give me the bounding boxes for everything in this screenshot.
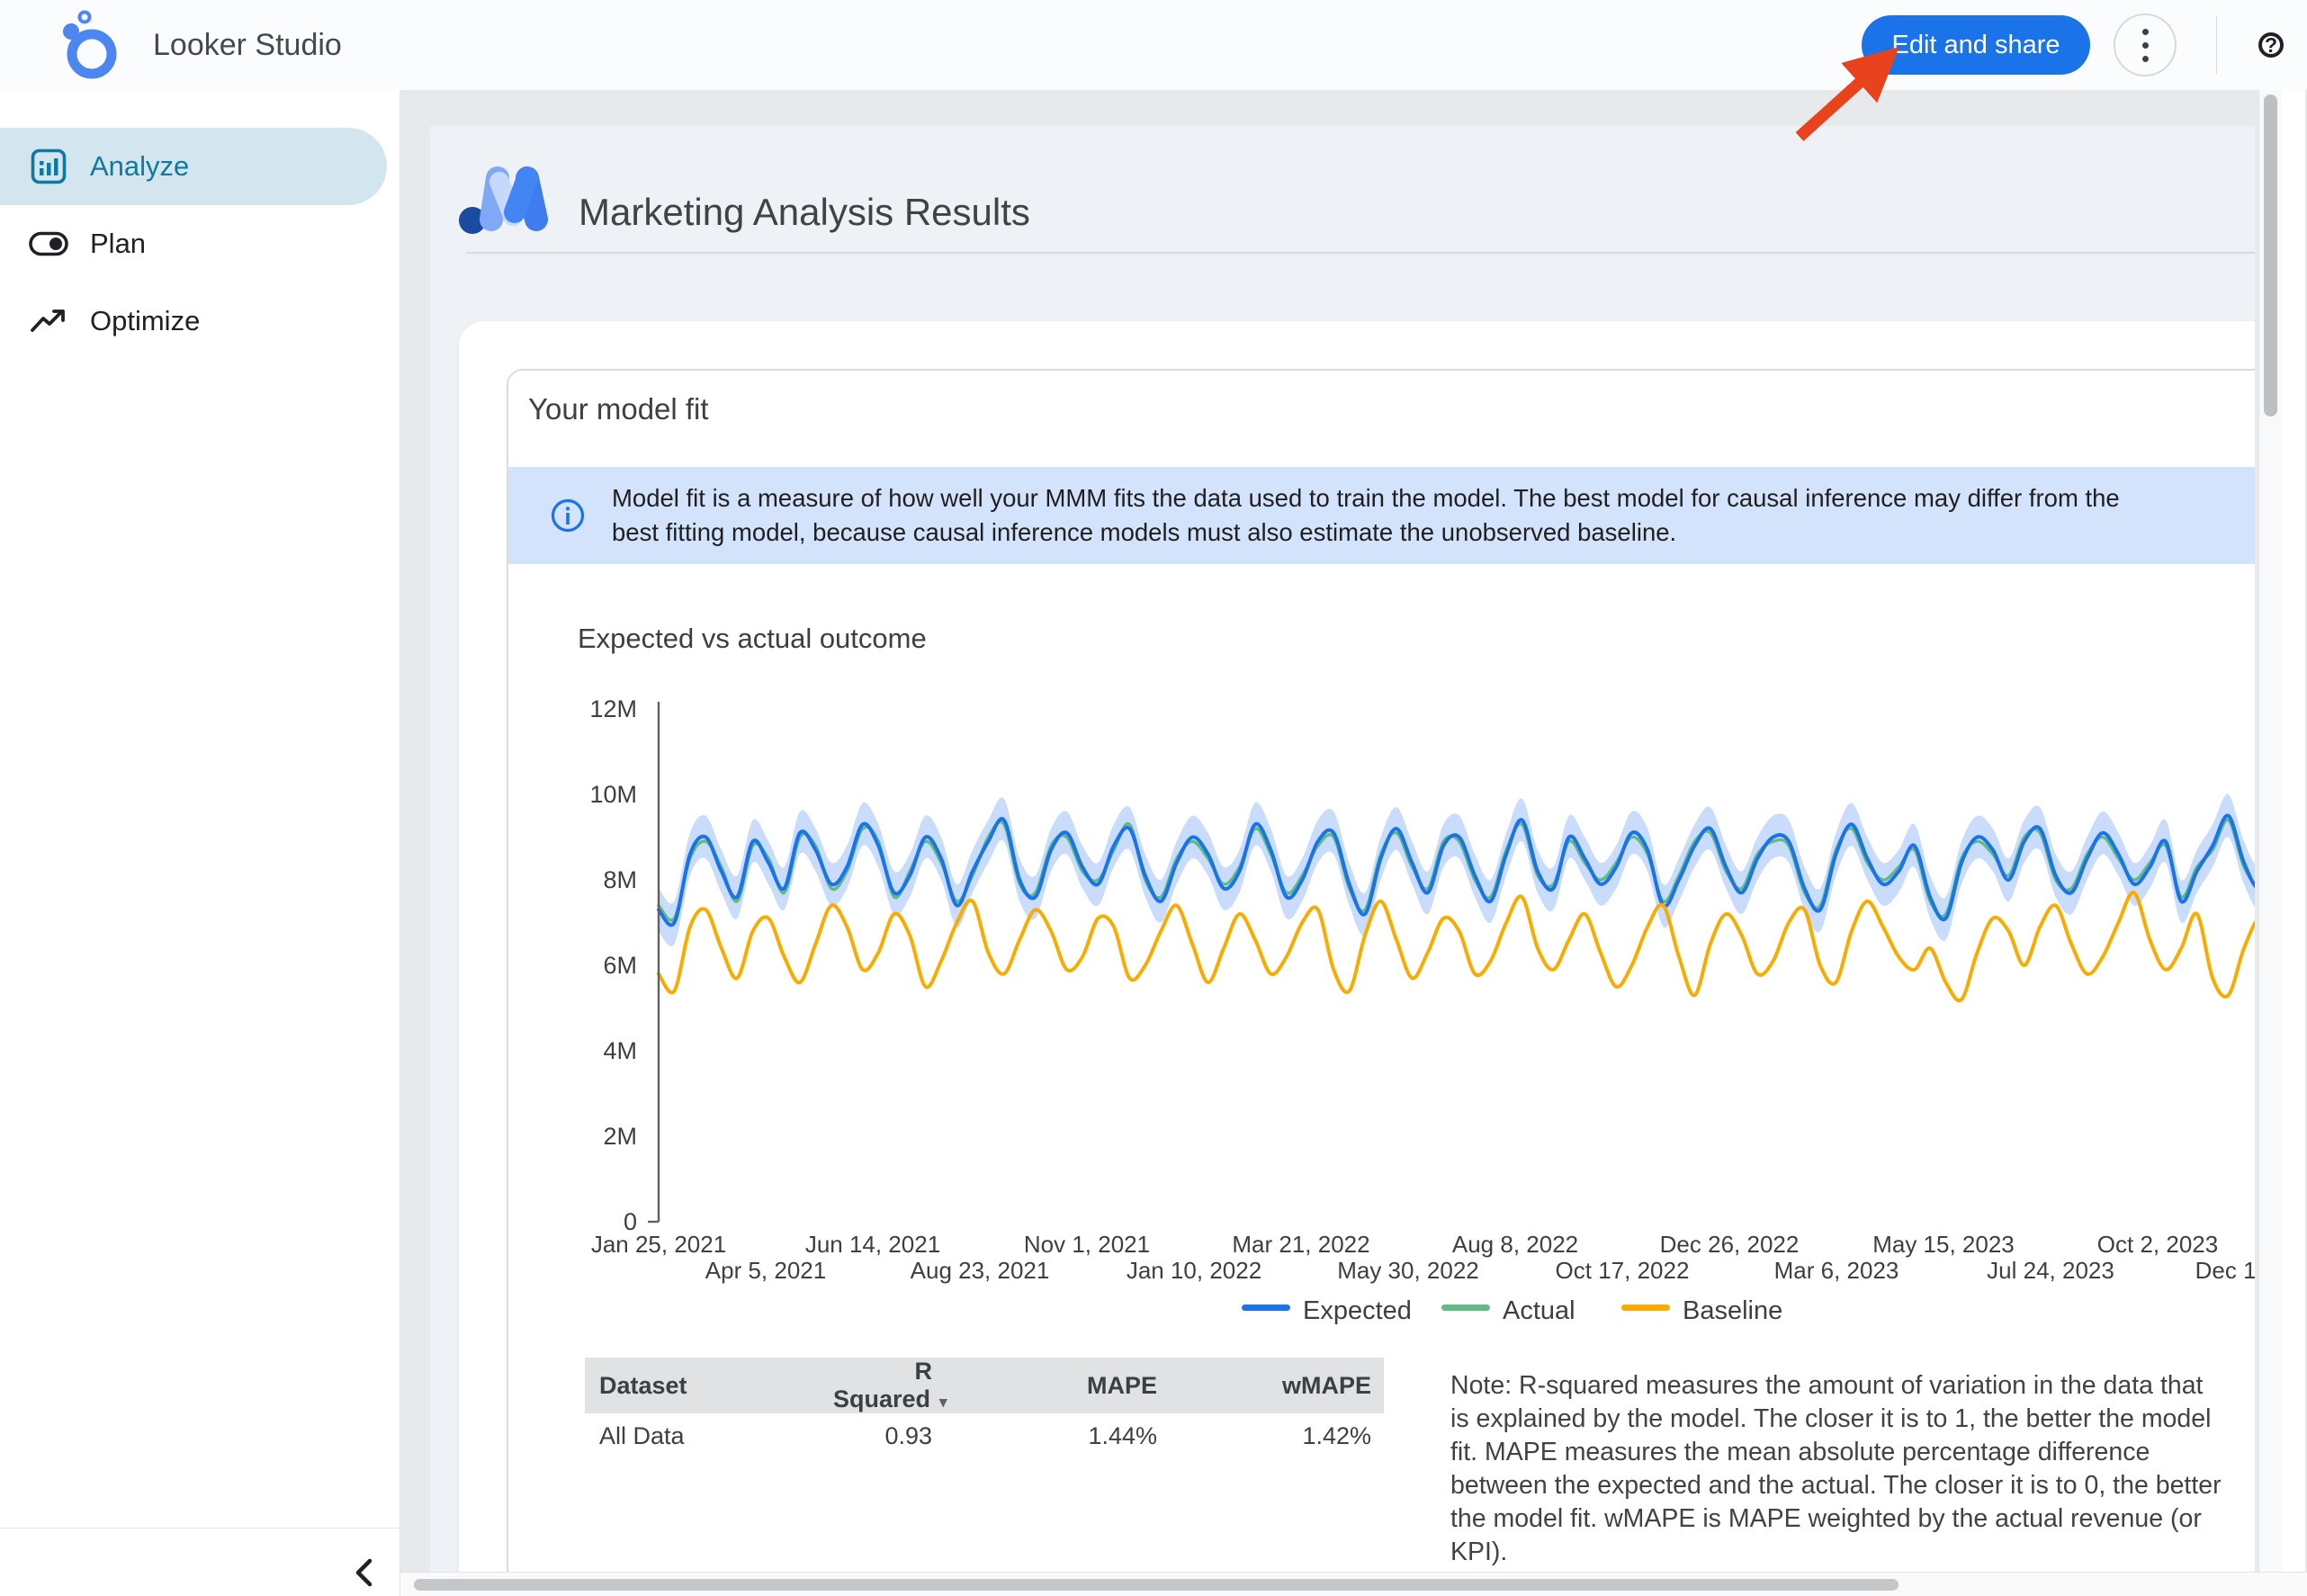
svg-text:10M: 10M bbox=[589, 781, 637, 808]
sidebar-item-plan[interactable]: Plan bbox=[0, 205, 387, 282]
app-title: Looker Studio bbox=[153, 28, 342, 63]
column-header-r-squared[interactable]: R Squared▾ bbox=[819, 1358, 945, 1413]
svg-text:Jan 25, 2021: Jan 25, 2021 bbox=[591, 1231, 726, 1258]
sidebar-item-label: Analyze bbox=[90, 150, 189, 183]
expected-vs-actual-chart: 02M4M6M8M10M12MJan 25, 2021Jun 14, 2021N… bbox=[578, 695, 2255, 1324]
report-title: Marketing Analysis Results bbox=[579, 191, 1030, 234]
table-empty-area bbox=[585, 1446, 1384, 1572]
topbar-divider bbox=[2216, 16, 2217, 74]
edit-and-share-button[interactable]: Edit and share bbox=[1862, 15, 2090, 75]
vertical-scrollbar[interactable] bbox=[2258, 90, 2282, 1596]
legend-swatch-expected bbox=[1242, 1305, 1290, 1311]
table-header-row: Dataset R Squared▾ MAPE wMAPE bbox=[585, 1358, 1384, 1413]
svg-text:4M: 4M bbox=[603, 1037, 637, 1064]
legend-label-baseline: Baseline bbox=[1683, 1296, 1782, 1324]
model-fit-section: Your model fit Model fit is a measure of… bbox=[507, 369, 2255, 1596]
svg-text:8M: 8M bbox=[603, 866, 637, 893]
info-banner-text: Model fit is a measure of how well your … bbox=[612, 481, 2255, 550]
help-icon: ? bbox=[2265, 35, 2277, 56]
collapse-sidebar-button[interactable] bbox=[340, 1549, 387, 1596]
svg-text:Mar 21, 2022: Mar 21, 2022 bbox=[1232, 1231, 1369, 1258]
more-options-button[interactable] bbox=[2114, 13, 2177, 76]
horizontal-scrollbar-thumb[interactable] bbox=[414, 1579, 1899, 1591]
horizontal-scrollbar[interactable] bbox=[400, 1572, 2307, 1596]
svg-text:Jun 14, 2021: Jun 14, 2021 bbox=[805, 1231, 940, 1258]
report-canvas: Marketing Analysis Results Your model fi… bbox=[400, 90, 2307, 1596]
left-sidebar: Analyze Plan Optimize bbox=[0, 90, 400, 1596]
header-divider bbox=[466, 252, 2255, 254]
sort-descending-icon: ▾ bbox=[939, 1394, 947, 1411]
kebab-menu-icon bbox=[2142, 29, 2149, 35]
sidebar-item-label: Optimize bbox=[90, 305, 200, 337]
looker-studio-logo-icon bbox=[49, 9, 130, 81]
toggle-icon bbox=[29, 224, 68, 264]
svg-text:Mar 6, 2023: Mar 6, 2023 bbox=[1774, 1257, 1899, 1284]
svg-text:Aug 23, 2021: Aug 23, 2021 bbox=[911, 1257, 1050, 1284]
svg-text:Dec 18, 2023: Dec 18, 2023 bbox=[2195, 1257, 2255, 1284]
legend-label-expected: Expected bbox=[1303, 1296, 1412, 1324]
svg-text:12M: 12M bbox=[589, 695, 637, 722]
trending-up-icon bbox=[29, 301, 68, 341]
svg-text:Apr 5, 2021: Apr 5, 2021 bbox=[705, 1257, 826, 1284]
chart-title: Expected vs actual outcome bbox=[578, 623, 927, 655]
info-banner: Model fit is a measure of how well your … bbox=[508, 467, 2255, 564]
right-gutter bbox=[2282, 90, 2307, 1596]
meridian-logo-icon bbox=[457, 164, 551, 236]
svg-text:2M: 2M bbox=[603, 1123, 637, 1150]
report-page: Marketing Analysis Results Your model fi… bbox=[430, 126, 2255, 1596]
column-header-dataset[interactable]: Dataset bbox=[585, 1358, 819, 1413]
svg-text:Nov 1, 2021: Nov 1, 2021 bbox=[1024, 1231, 1150, 1258]
sidebar-item-optimize[interactable]: Optimize bbox=[0, 282, 387, 360]
legend-swatch-actual bbox=[1441, 1305, 1490, 1311]
chevron-left-icon bbox=[352, 1556, 375, 1589]
svg-text:Oct 17, 2022: Oct 17, 2022 bbox=[1556, 1257, 1690, 1284]
svg-text:May 15, 2023: May 15, 2023 bbox=[1872, 1231, 2015, 1258]
svg-text:Aug 8, 2022: Aug 8, 2022 bbox=[1452, 1231, 1578, 1258]
model-fit-card: Your model fit Model fit is a measure of… bbox=[459, 321, 2255, 1596]
top-bar: Looker Studio Edit and share ? bbox=[0, 0, 2307, 90]
svg-text:Oct 2, 2023: Oct 2, 2023 bbox=[2097, 1231, 2218, 1258]
sidebar-item-label: Plan bbox=[90, 228, 146, 260]
sidebar-footer-divider bbox=[0, 1528, 399, 1529]
svg-text:6M: 6M bbox=[603, 952, 637, 979]
column-header-mape[interactable]: MAPE bbox=[945, 1358, 1170, 1413]
legend-swatch-baseline bbox=[1621, 1305, 1670, 1311]
svg-text:Dec 26, 2022: Dec 26, 2022 bbox=[1660, 1231, 1800, 1258]
info-icon bbox=[550, 498, 586, 533]
svg-text:May 30, 2022: May 30, 2022 bbox=[1337, 1257, 1479, 1284]
svg-text:Jan 10, 2022: Jan 10, 2022 bbox=[1127, 1257, 1261, 1284]
sidebar-item-analyze[interactable]: Analyze bbox=[0, 128, 387, 205]
vertical-scrollbar-thumb[interactable] bbox=[2264, 94, 2277, 417]
column-header-wmape[interactable]: wMAPE bbox=[1170, 1358, 1384, 1413]
section-heading: Your model fit bbox=[528, 392, 709, 426]
metrics-note: Note: R-squared measures the amount of v… bbox=[1450, 1369, 2226, 1569]
analyze-chart-icon bbox=[29, 147, 68, 186]
help-button[interactable]: ? bbox=[2258, 32, 2284, 58]
legend-label-actual: Actual bbox=[1503, 1296, 1575, 1324]
svg-text:Jul 24, 2023: Jul 24, 2023 bbox=[1987, 1257, 2114, 1284]
